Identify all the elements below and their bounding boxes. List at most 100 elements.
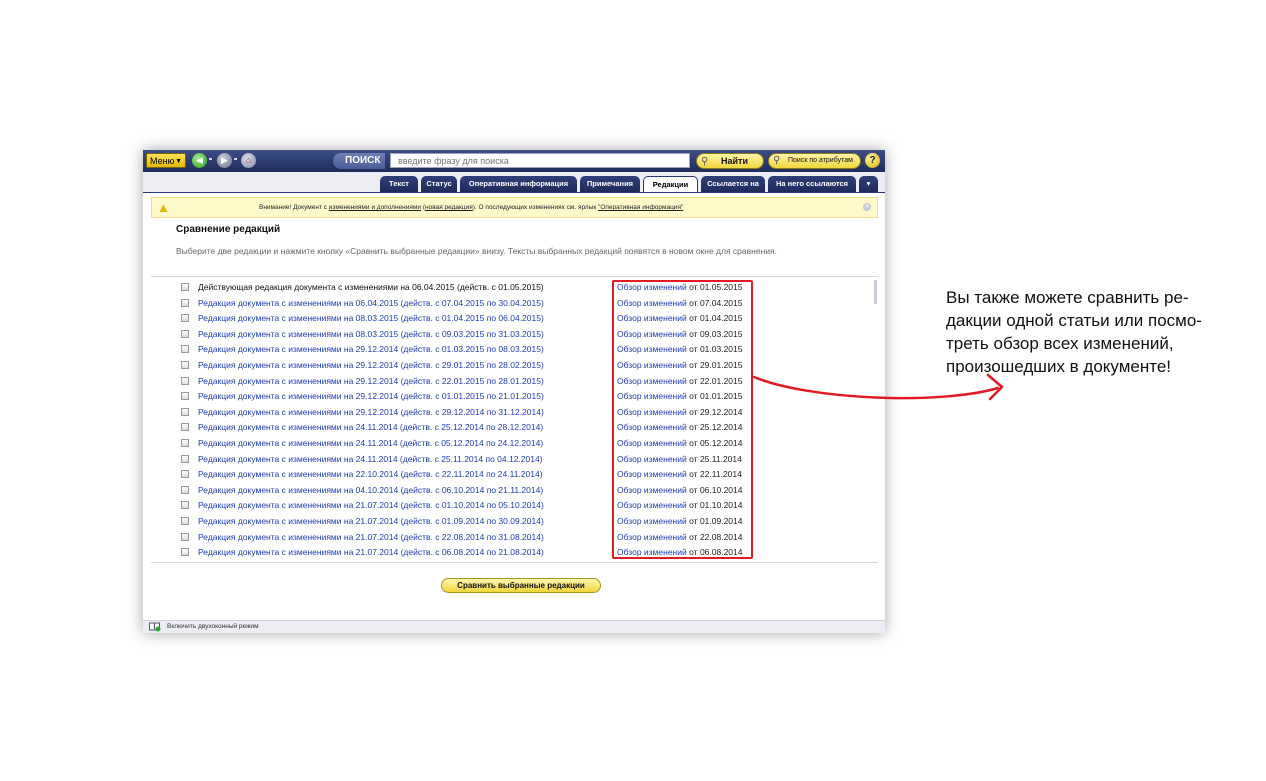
chevron-down-icon: ▼ xyxy=(175,158,182,165)
highlight-box xyxy=(612,280,753,559)
dual-mode-label[interactable]: Включить двухоконный режим xyxy=(167,621,259,633)
revision-row: Действующая редакция документа с изменен… xyxy=(143,281,885,296)
callout-line: треть обзор всех изменений, xyxy=(946,334,1174,353)
tabs-more-button[interactable]: ▾ xyxy=(859,176,878,192)
revision-checkbox[interactable] xyxy=(181,485,189,494)
notice-link-changes[interactable]: изменениями и дополнениями xyxy=(329,204,421,211)
revision-row: Редакция документа с изменениями на 21.0… xyxy=(143,531,885,546)
warning-icon: ▲ xyxy=(157,200,170,215)
revision-checkbox[interactable] xyxy=(181,283,189,291)
tab-label: На него ссылаются xyxy=(775,179,849,188)
notice-mid: ). О последующих изменениях см. ярлык xyxy=(472,204,599,211)
arrow-left-icon: ◀ xyxy=(196,155,203,165)
find-label: Найти xyxy=(721,156,748,166)
revision-title-link[interactable]: Редакция документа с изменениями на 04.1… xyxy=(198,484,543,497)
tab-refers-to[interactable]: Ссылается на xyxy=(701,176,765,192)
revision-checkbox[interactable] xyxy=(181,439,189,447)
revision-title-link[interactable]: Редакция документа с изменениями на 21.0… xyxy=(198,499,544,512)
back-button[interactable]: ◀ xyxy=(192,153,207,168)
revision-row: Редакция документа с изменениями на 21.0… xyxy=(143,546,885,561)
page-subtitle: Выберите две редакции и нажмите кнопку «… xyxy=(176,246,777,256)
attribute-search-label: Поиск по атрибутам xyxy=(788,157,853,164)
revision-row: Редакция документа с изменениями на 21.0… xyxy=(143,499,885,514)
revision-title-link[interactable]: Редакция документа с изменениями на 24.1… xyxy=(198,421,543,434)
notice-link-new-revision[interactable]: новая редакция xyxy=(425,204,473,211)
revision-title-link[interactable]: Редакция документа с изменениями на 21.0… xyxy=(198,531,544,544)
revision-row: Редакция документа с изменениями на 08.0… xyxy=(143,328,885,343)
revision-checkbox[interactable] xyxy=(181,298,189,307)
callout-line: дакции одной статьи или посмо- xyxy=(946,311,1202,330)
tab-text[interactable]: Текст xyxy=(380,176,418,192)
find-button[interactable]: ⚲ Найти xyxy=(696,153,764,169)
tab-revisions[interactable]: Редакции xyxy=(643,176,698,192)
page-title: Сравнение редакций xyxy=(176,224,281,235)
revision-title-link[interactable]: Редакция документа с изменениями на 08.0… xyxy=(198,312,544,325)
revision-checkbox[interactable] xyxy=(181,361,189,369)
close-icon[interactable]: ✕ xyxy=(863,203,871,211)
divider xyxy=(151,562,878,563)
notice-text: Внимание! Документ с изменениями и допол… xyxy=(259,198,683,217)
revision-checkbox[interactable] xyxy=(181,454,189,463)
menu-label: Меню xyxy=(150,156,175,166)
revision-checkbox[interactable] xyxy=(181,345,189,354)
revision-title-link[interactable]: Действующая редакция документа с изменен… xyxy=(198,281,544,294)
toolbar: Меню ▼ ◀ ▶ ⌂ ПОИСК ⚲ Найти ⚲ Поиск по ат… xyxy=(143,150,885,172)
tab-notes[interactable]: Примечания xyxy=(580,176,640,192)
forward-button[interactable]: ▶ xyxy=(217,153,232,168)
compare-revisions-button[interactable]: Сравнить выбранные редакции xyxy=(441,578,601,593)
revision-checkbox[interactable] xyxy=(181,423,189,432)
revision-checkbox[interactable] xyxy=(181,532,189,541)
revision-row: Редакция документа с изменениями на 21.0… xyxy=(143,515,885,530)
notice-link-operative-info[interactable]: "Оперативная информация" xyxy=(598,204,683,211)
revision-title-link[interactable]: Редакция документа с изменениями на 21.0… xyxy=(198,546,544,559)
dual-window-icon[interactable] xyxy=(149,622,161,632)
search-label-area: ПОИСК xyxy=(333,153,385,169)
dropdown-dot xyxy=(209,158,212,160)
arrow-right-icon: ▶ xyxy=(221,155,228,165)
tab-label: Оперативная информация xyxy=(468,179,569,188)
revision-title-link[interactable]: Редакция документа с изменениями на 24.1… xyxy=(198,437,543,450)
revision-checkbox[interactable] xyxy=(181,392,189,401)
status-bar: Включить двухоконный режим xyxy=(143,620,885,633)
revision-checkbox[interactable] xyxy=(181,517,189,525)
home-button[interactable]: ⌂ xyxy=(241,153,256,168)
revision-title-link[interactable]: Редакция документа с изменениями на 29.1… xyxy=(198,375,544,388)
search-input[interactable] xyxy=(390,153,690,168)
attribute-search-button[interactable]: ⚲ Поиск по атрибутам xyxy=(768,153,861,169)
help-button[interactable]: ? xyxy=(865,153,880,168)
notice-prefix: Внимание! Документ с xyxy=(259,204,329,211)
revision-title-link[interactable]: Редакция документа с изменениями на 06.0… xyxy=(198,297,544,310)
revision-checkbox[interactable] xyxy=(181,329,189,338)
search-icon: ⚲ xyxy=(773,155,781,166)
revision-title-link[interactable]: Редакция документа с изменениями на 21.0… xyxy=(198,515,544,528)
tab-referred-by[interactable]: На него ссылаются xyxy=(768,176,856,192)
dropdown-dot xyxy=(234,158,237,160)
revision-title-link[interactable]: Редакция документа с изменениями на 29.1… xyxy=(198,359,544,372)
callout-line: Вы также можете сравнить ре- xyxy=(946,288,1189,307)
tab-label: Редакции xyxy=(652,180,689,189)
tab-divider xyxy=(143,192,885,193)
revision-title-link[interactable]: Редакция документа с изменениями на 22.1… xyxy=(198,468,543,481)
tab-status[interactable]: Статус xyxy=(421,176,457,192)
revision-row: Редакция документа с изменениями на 06.0… xyxy=(143,297,885,312)
revision-checkbox[interactable] xyxy=(181,376,189,385)
tab-label: Примечания xyxy=(586,179,634,188)
revision-row: Редакция документа с изменениями на 24.1… xyxy=(143,453,885,468)
revision-checkbox[interactable] xyxy=(181,314,189,323)
revision-title-link[interactable]: Редакция документа с изменениями на 08.0… xyxy=(198,328,544,341)
revision-title-link[interactable]: Редакция документа с изменениями на 24.1… xyxy=(198,453,543,466)
revision-checkbox[interactable] xyxy=(181,501,189,510)
tab-label: Текст xyxy=(389,179,409,188)
revision-title-link[interactable]: Редакция документа с изменениями на 29.1… xyxy=(198,343,544,356)
revision-title-link[interactable]: Редакция документа с изменениями на 29.1… xyxy=(198,406,544,419)
tab-label: Статус xyxy=(426,179,452,188)
menu-button[interactable]: Меню ▼ xyxy=(146,153,186,168)
tab-operative-info[interactable]: Оперативная информация xyxy=(460,176,577,192)
revision-checkbox[interactable] xyxy=(181,548,189,557)
revision-row: Редакция документа с изменениями на 24.1… xyxy=(143,421,885,436)
home-icon: ⌂ xyxy=(245,155,252,165)
revision-title-link[interactable]: Редакция документа с изменениями на 29.1… xyxy=(198,390,544,403)
revision-checkbox[interactable] xyxy=(181,407,189,416)
revision-checkbox[interactable] xyxy=(181,470,189,479)
callout-arrow xyxy=(752,373,1004,401)
